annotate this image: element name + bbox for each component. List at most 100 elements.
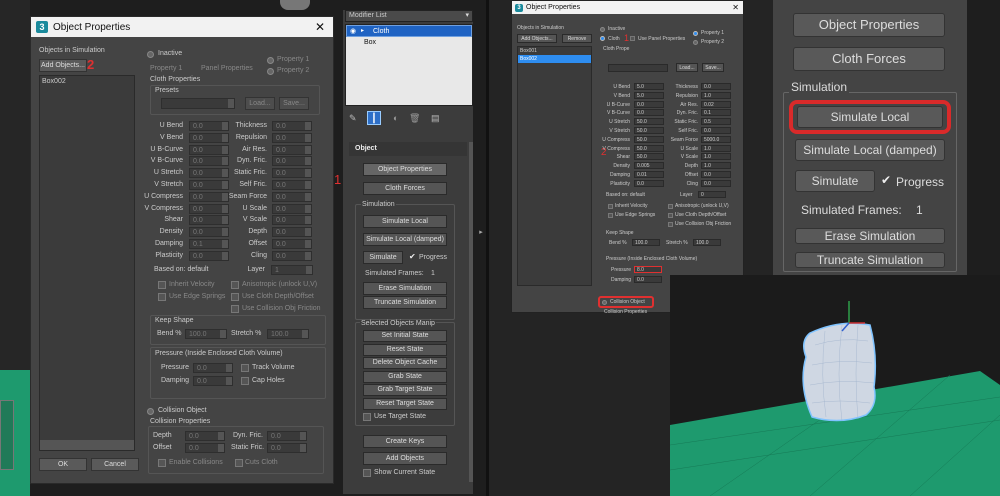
cloth-forces-button[interactable]: Cloth Forces	[793, 47, 945, 71]
list-item[interactable]: Box001	[518, 47, 591, 55]
field-spinner[interactable]: 5.0	[634, 91, 664, 99]
progress-checkmark-icon[interactable]: ✔	[409, 252, 416, 261]
property1-radio[interactable]	[693, 31, 698, 36]
manip-button[interactable]: Reset Target State	[363, 397, 447, 410]
offset-spinner[interactable]: 0.0	[185, 443, 225, 453]
field-spinner[interactable]: 50.0	[634, 127, 664, 134]
field-spinner[interactable]: 50.0	[634, 153, 664, 161]
stretch-pct-spinner[interactable]: 100.0	[267, 329, 309, 339]
manip-button[interactable]: Set Initial State	[363, 330, 447, 342]
bend-pct-spinner[interactable]: 100.0	[632, 239, 660, 246]
create-keys-button[interactable]: Create Keys	[363, 435, 447, 448]
pin-icon[interactable]: ✎	[349, 113, 357, 124]
collision-object-radio[interactable]	[602, 300, 607, 305]
close-icon[interactable]: ✕	[315, 20, 325, 34]
property2-radio[interactable]	[267, 68, 274, 75]
erase-simulation-button[interactable]: Erase Simulation	[363, 282, 447, 295]
damping-spinner[interactable]: 0.0	[193, 376, 233, 386]
field-spinner[interactable]: 0.02	[701, 100, 731, 108]
show-end-result-icon[interactable]: ┃	[367, 111, 381, 125]
property1-radio[interactable]	[267, 57, 274, 64]
edge-springs-checkbox[interactable]	[158, 293, 166, 301]
layer-spinner[interactable]: 1	[271, 265, 313, 275]
damping-spinner[interactable]: 0.0	[634, 276, 662, 283]
field-spinner[interactable]: 0.0	[189, 191, 229, 202]
manip-button[interactable]: Delete Object Cache	[363, 357, 447, 369]
load-button[interactable]: Load...	[245, 97, 275, 110]
field-spinner[interactable]: 0.0	[634, 109, 664, 117]
field-spinner[interactable]: 0.0	[634, 100, 664, 108]
field-spinner[interactable]: 0.1	[189, 239, 229, 249]
simulate-button[interactable]: Simulate	[795, 170, 875, 192]
field-spinner[interactable]: 5000.0	[701, 135, 731, 143]
collision-object-radio[interactable]	[147, 408, 154, 415]
pressure-spinner[interactable]: 8.0	[634, 266, 662, 273]
make-unique-icon[interactable]: ◐	[393, 113, 398, 123]
field-spinner[interactable]: 0.005	[634, 162, 664, 170]
field-spinner[interactable]: 0.0	[272, 215, 312, 226]
save-button[interactable]: Save...	[702, 63, 724, 72]
cloth-radio[interactable]	[600, 36, 605, 41]
remove-modifier-icon[interactable]: 🗑	[409, 113, 420, 124]
field-spinner[interactable]: 0.0	[189, 227, 229, 238]
field-spinner[interactable]: 50.0	[634, 118, 664, 126]
field-spinner[interactable]: 50.0	[634, 144, 664, 152]
field-spinner[interactable]: 0.0	[189, 203, 229, 214]
remove-button[interactable]: Remove	[562, 34, 592, 43]
property2-radio[interactable]	[693, 40, 698, 45]
edge-springs-checkbox[interactable]	[608, 213, 613, 218]
field-spinner[interactable]: 1.0	[701, 144, 731, 152]
field-spinner[interactable]: 0.0	[272, 180, 312, 190]
manip-button[interactable]: Reset State	[363, 343, 447, 356]
object-rollout-header[interactable]: Object	[349, 142, 467, 156]
cloth-depth-checkbox[interactable]	[231, 293, 239, 301]
collision-friction-checkbox[interactable]	[668, 222, 673, 227]
field-spinner[interactable]: 0.0	[272, 121, 312, 131]
field-spinner[interactable]: 0.0	[272, 203, 312, 214]
field-spinner[interactable]: 1.0	[701, 91, 731, 99]
add-objects-button[interactable]: Add Objects...	[517, 34, 557, 43]
object-properties-button[interactable]: Object Properties	[793, 13, 945, 37]
field-spinner[interactable]: 0.0	[634, 179, 664, 187]
bend-pct-spinner[interactable]: 100.0	[185, 329, 227, 339]
viewport-left-strip[interactable]	[0, 0, 30, 496]
expand-arrow-icon[interactable]: ▸	[361, 27, 364, 34]
truncate-simulation-button[interactable]: Truncate Simulation	[795, 252, 945, 268]
simulate-local-button[interactable]: Simulate Local	[797, 106, 943, 128]
field-spinner[interactable]: 0.0	[189, 180, 229, 190]
field-spinner[interactable]: 0.0	[272, 144, 312, 155]
field-spinner[interactable]: 1.0	[701, 153, 731, 161]
object-properties-button[interactable]: Object Properties	[363, 163, 447, 176]
field-spinner[interactable]: 0.1	[701, 109, 731, 117]
viewport-3d[interactable]	[670, 275, 1000, 496]
collision-friction-checkbox[interactable]	[231, 305, 239, 313]
field-spinner[interactable]: 0.0	[189, 250, 229, 261]
field-spinner[interactable]: 0.0	[272, 132, 312, 143]
field-spinner[interactable]: 1.0	[701, 162, 731, 170]
field-spinner[interactable]: 0.0	[189, 215, 229, 226]
eye-icon[interactable]: ◉	[350, 27, 356, 35]
objects-list[interactable]: Box001 Box002	[517, 46, 592, 286]
collapse-arrow-icon[interactable]: ▸	[477, 228, 485, 240]
static-fric-spinner[interactable]: 0.0	[267, 443, 307, 453]
stretch-pct-spinner[interactable]: 100.0	[693, 239, 721, 246]
field-spinner[interactable]: 0.0	[272, 156, 312, 167]
field-spinner[interactable]: 0.0	[189, 132, 229, 143]
depth-spinner[interactable]: 0.0	[185, 431, 225, 441]
layer-spinner[interactable]: 0	[698, 191, 726, 198]
add-objects-button[interactable]: Add Objects...	[39, 59, 87, 72]
cuts-cloth-checkbox[interactable]	[235, 459, 243, 467]
cap-holes-checkbox[interactable]	[241, 377, 249, 385]
field-spinner[interactable]: 50.0	[634, 135, 664, 143]
panel-scrollbar[interactable]	[469, 142, 473, 482]
inherit-velocity-checkbox[interactable]	[158, 281, 166, 289]
manip-button[interactable]: Grab Target State	[363, 384, 447, 396]
modifier-list-dropdown[interactable]: Modifier List ▾	[345, 10, 473, 22]
anisotropic-checkbox[interactable]	[231, 281, 239, 289]
cancel-button[interactable]: Cancel	[91, 458, 139, 471]
inactive-radio[interactable]	[147, 51, 154, 58]
field-spinner[interactable]: 0.0	[701, 127, 731, 134]
field-spinner[interactable]: 0.0	[272, 239, 312, 249]
field-spinner[interactable]: 0.01	[634, 171, 664, 178]
field-spinner[interactable]: 0.0	[701, 171, 731, 178]
